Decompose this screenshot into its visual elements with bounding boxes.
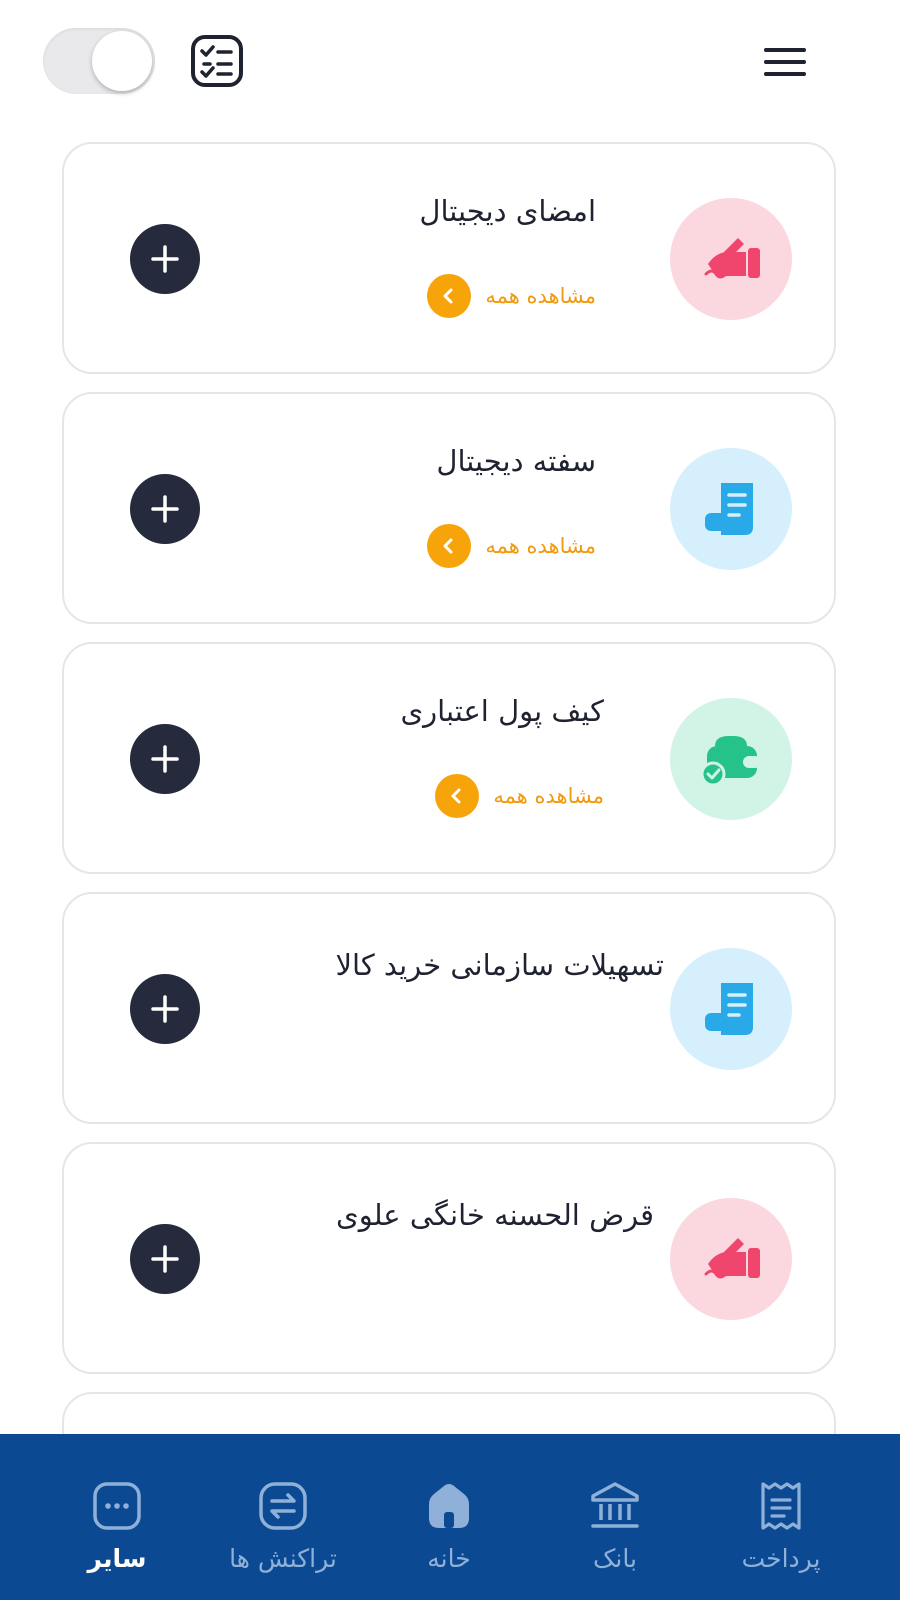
card-home-loan[interactable]: قرض الحسنه خانگی علوی bbox=[62, 1142, 836, 1374]
hand-signature-icon bbox=[704, 1238, 760, 1279]
chevron-left-icon[interactable] bbox=[427, 274, 472, 318]
add-button[interactable] bbox=[130, 1224, 200, 1294]
plus-icon bbox=[151, 745, 179, 773]
card-icon-circle bbox=[670, 1198, 792, 1320]
nav-item-more[interactable]: سایر bbox=[32, 1434, 202, 1600]
nav-label[interactable]: بانک bbox=[593, 1544, 637, 1573]
receipt-icon[interactable] bbox=[755, 1480, 807, 1532]
view-all-link[interactable]: مشاهده همه bbox=[427, 524, 596, 568]
view-all-label[interactable]: مشاهده همه bbox=[485, 534, 596, 558]
card-title: سفته دیجیتال bbox=[436, 444, 596, 478]
nav-label[interactable]: پرداخت bbox=[742, 1544, 821, 1573]
card-icon-circle bbox=[670, 448, 792, 570]
chevron-left-icon[interactable] bbox=[427, 524, 472, 568]
add-button[interactable] bbox=[130, 724, 200, 794]
card-title: قرض الحسنه خانگی علوی bbox=[336, 1198, 654, 1232]
card-icon-circle bbox=[670, 698, 792, 820]
card-digital-signature[interactable]: امضای دیجیتال مشاهده همه bbox=[62, 142, 836, 374]
nav-label[interactable]: تراکنش ها bbox=[229, 1544, 337, 1573]
hamburger-menu-icon[interactable] bbox=[764, 46, 806, 78]
plus-icon bbox=[151, 995, 179, 1023]
view-all-link[interactable]: مشاهده همه bbox=[435, 774, 604, 818]
view-all-link[interactable]: مشاهده همه bbox=[427, 274, 596, 318]
add-button[interactable] bbox=[130, 474, 200, 544]
card-digital-promissory[interactable]: سفته دیجیتال مشاهده همه bbox=[62, 392, 836, 624]
bottom-navigation: سایر تراکنش ها خانه بانک پرداخت bbox=[0, 1434, 900, 1600]
scroll-document-icon bbox=[705, 983, 753, 1035]
nav-item-transactions[interactable]: تراکنش ها bbox=[198, 1434, 368, 1600]
nav-item-bank[interactable]: بانک bbox=[530, 1434, 700, 1600]
chevron-left-icon[interactable] bbox=[435, 774, 480, 818]
bank-icon[interactable] bbox=[589, 1480, 641, 1532]
checklist-icon[interactable] bbox=[190, 34, 244, 88]
nav-item-home[interactable]: خانه bbox=[364, 1434, 534, 1600]
transactions-icon[interactable] bbox=[257, 1480, 309, 1532]
view-all-label[interactable]: مشاهده همه bbox=[493, 784, 604, 808]
hand-signature-icon bbox=[704, 238, 760, 279]
plus-icon bbox=[151, 1245, 179, 1273]
toggle-knob[interactable] bbox=[92, 31, 152, 91]
add-button[interactable] bbox=[130, 974, 200, 1044]
add-button[interactable] bbox=[130, 224, 200, 294]
more-dots-icon[interactable] bbox=[91, 1480, 143, 1532]
view-all-label[interactable]: مشاهده همه bbox=[485, 284, 596, 308]
home-icon[interactable] bbox=[423, 1480, 475, 1532]
card-icon-circle bbox=[670, 198, 792, 320]
card-title: کیف پول اعتباری bbox=[400, 694, 604, 728]
card-title: تسهیلات سازمانی خرید کالا bbox=[335, 948, 664, 982]
nav-label[interactable]: سایر bbox=[88, 1544, 147, 1573]
mode-toggle[interactable] bbox=[43, 28, 155, 94]
top-bar bbox=[0, 0, 900, 130]
plus-icon bbox=[151, 245, 179, 273]
card-icon-circle bbox=[670, 948, 792, 1070]
card-title: امضای دیجیتال bbox=[419, 194, 596, 228]
card-organizational-facilities[interactable]: تسهیلات سازمانی خرید کالا bbox=[62, 892, 836, 1124]
wallet-check-icon bbox=[700, 736, 761, 786]
plus-icon bbox=[151, 495, 179, 523]
nav-label[interactable]: خانه bbox=[427, 1544, 470, 1573]
scroll-document-icon bbox=[705, 483, 753, 535]
card-credit-wallet[interactable]: کیف پول اعتباری مشاهده همه bbox=[62, 642, 836, 874]
nav-item-payment[interactable]: پرداخت bbox=[696, 1434, 866, 1600]
